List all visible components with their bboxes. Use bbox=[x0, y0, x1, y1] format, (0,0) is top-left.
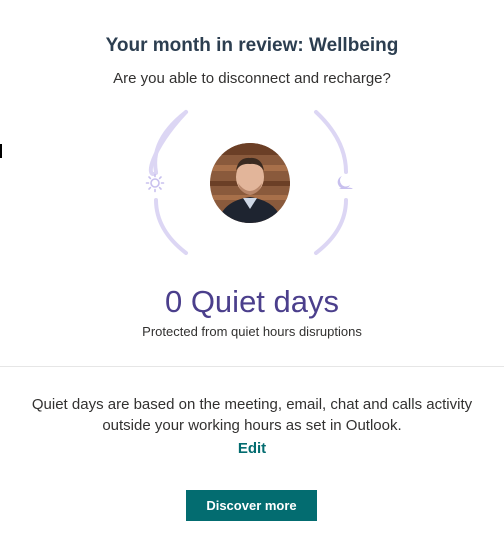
sun-icon bbox=[145, 173, 165, 193]
card-subtitle: Are you able to disconnect and recharge? bbox=[113, 70, 391, 87]
card-title: Your month in review: Wellbeing bbox=[105, 35, 399, 56]
right-arc-top bbox=[314, 110, 348, 174]
wellbeing-card: Your month in review: Wellbeing Are you … bbox=[0, 0, 504, 552]
quiet-days-count: 0 Quiet days bbox=[164, 284, 340, 319]
user-avatar bbox=[210, 143, 290, 223]
quiet-days-explanation: Quiet days are based on the meeting, ema… bbox=[31, 396, 473, 434]
discover-more-button[interactable]: Discover more bbox=[186, 490, 317, 521]
left-arc-top bbox=[153, 110, 188, 174]
moon-icon bbox=[337, 176, 353, 189]
quiet-days-caption: Protected from quiet hours disruptions bbox=[142, 324, 362, 339]
section-divider bbox=[0, 366, 504, 367]
right-arc-bottom bbox=[314, 198, 348, 255]
left-arc-bottom bbox=[154, 198, 188, 255]
edit-link[interactable]: Edit bbox=[0, 438, 504, 459]
